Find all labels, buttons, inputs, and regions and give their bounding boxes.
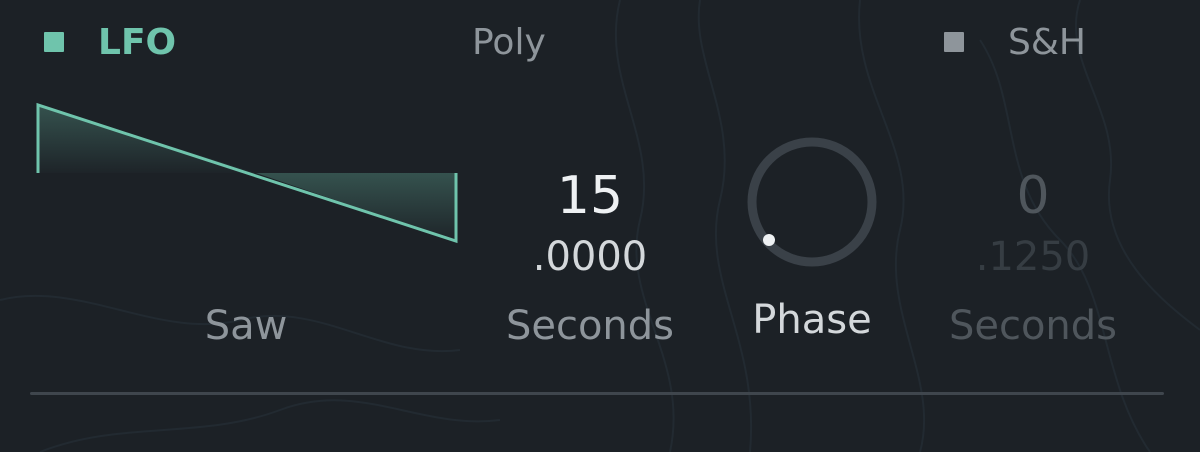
phase-knob-indicator-dot [763, 234, 775, 246]
phase-knob[interactable] [742, 132, 882, 272]
sh-toggle-icon[interactable] [944, 32, 964, 52]
sh-rate-value-fraction[interactable]: .1250 [933, 233, 1133, 281]
lfo-label[interactable]: LFO [98, 21, 176, 65]
waveform-label: Saw [204, 303, 288, 349]
poly-label[interactable]: Poly [472, 21, 546, 65]
sh-rate-value-whole[interactable]: 0 [933, 166, 1133, 226]
sample-and-hold-label[interactable]: S&H [1008, 21, 1086, 65]
rate-value-fraction[interactable]: .0000 [490, 233, 690, 281]
phase-label: Phase [752, 297, 872, 343]
section-divider [30, 392, 1164, 395]
rate-value-whole[interactable]: 15 [490, 166, 690, 226]
lfo-toggle-icon[interactable] [44, 32, 64, 52]
saw-waveform-display[interactable] [30, 95, 466, 250]
rate-unit-label: Seconds [505, 303, 675, 349]
sh-rate-unit-label: Seconds [948, 303, 1118, 349]
